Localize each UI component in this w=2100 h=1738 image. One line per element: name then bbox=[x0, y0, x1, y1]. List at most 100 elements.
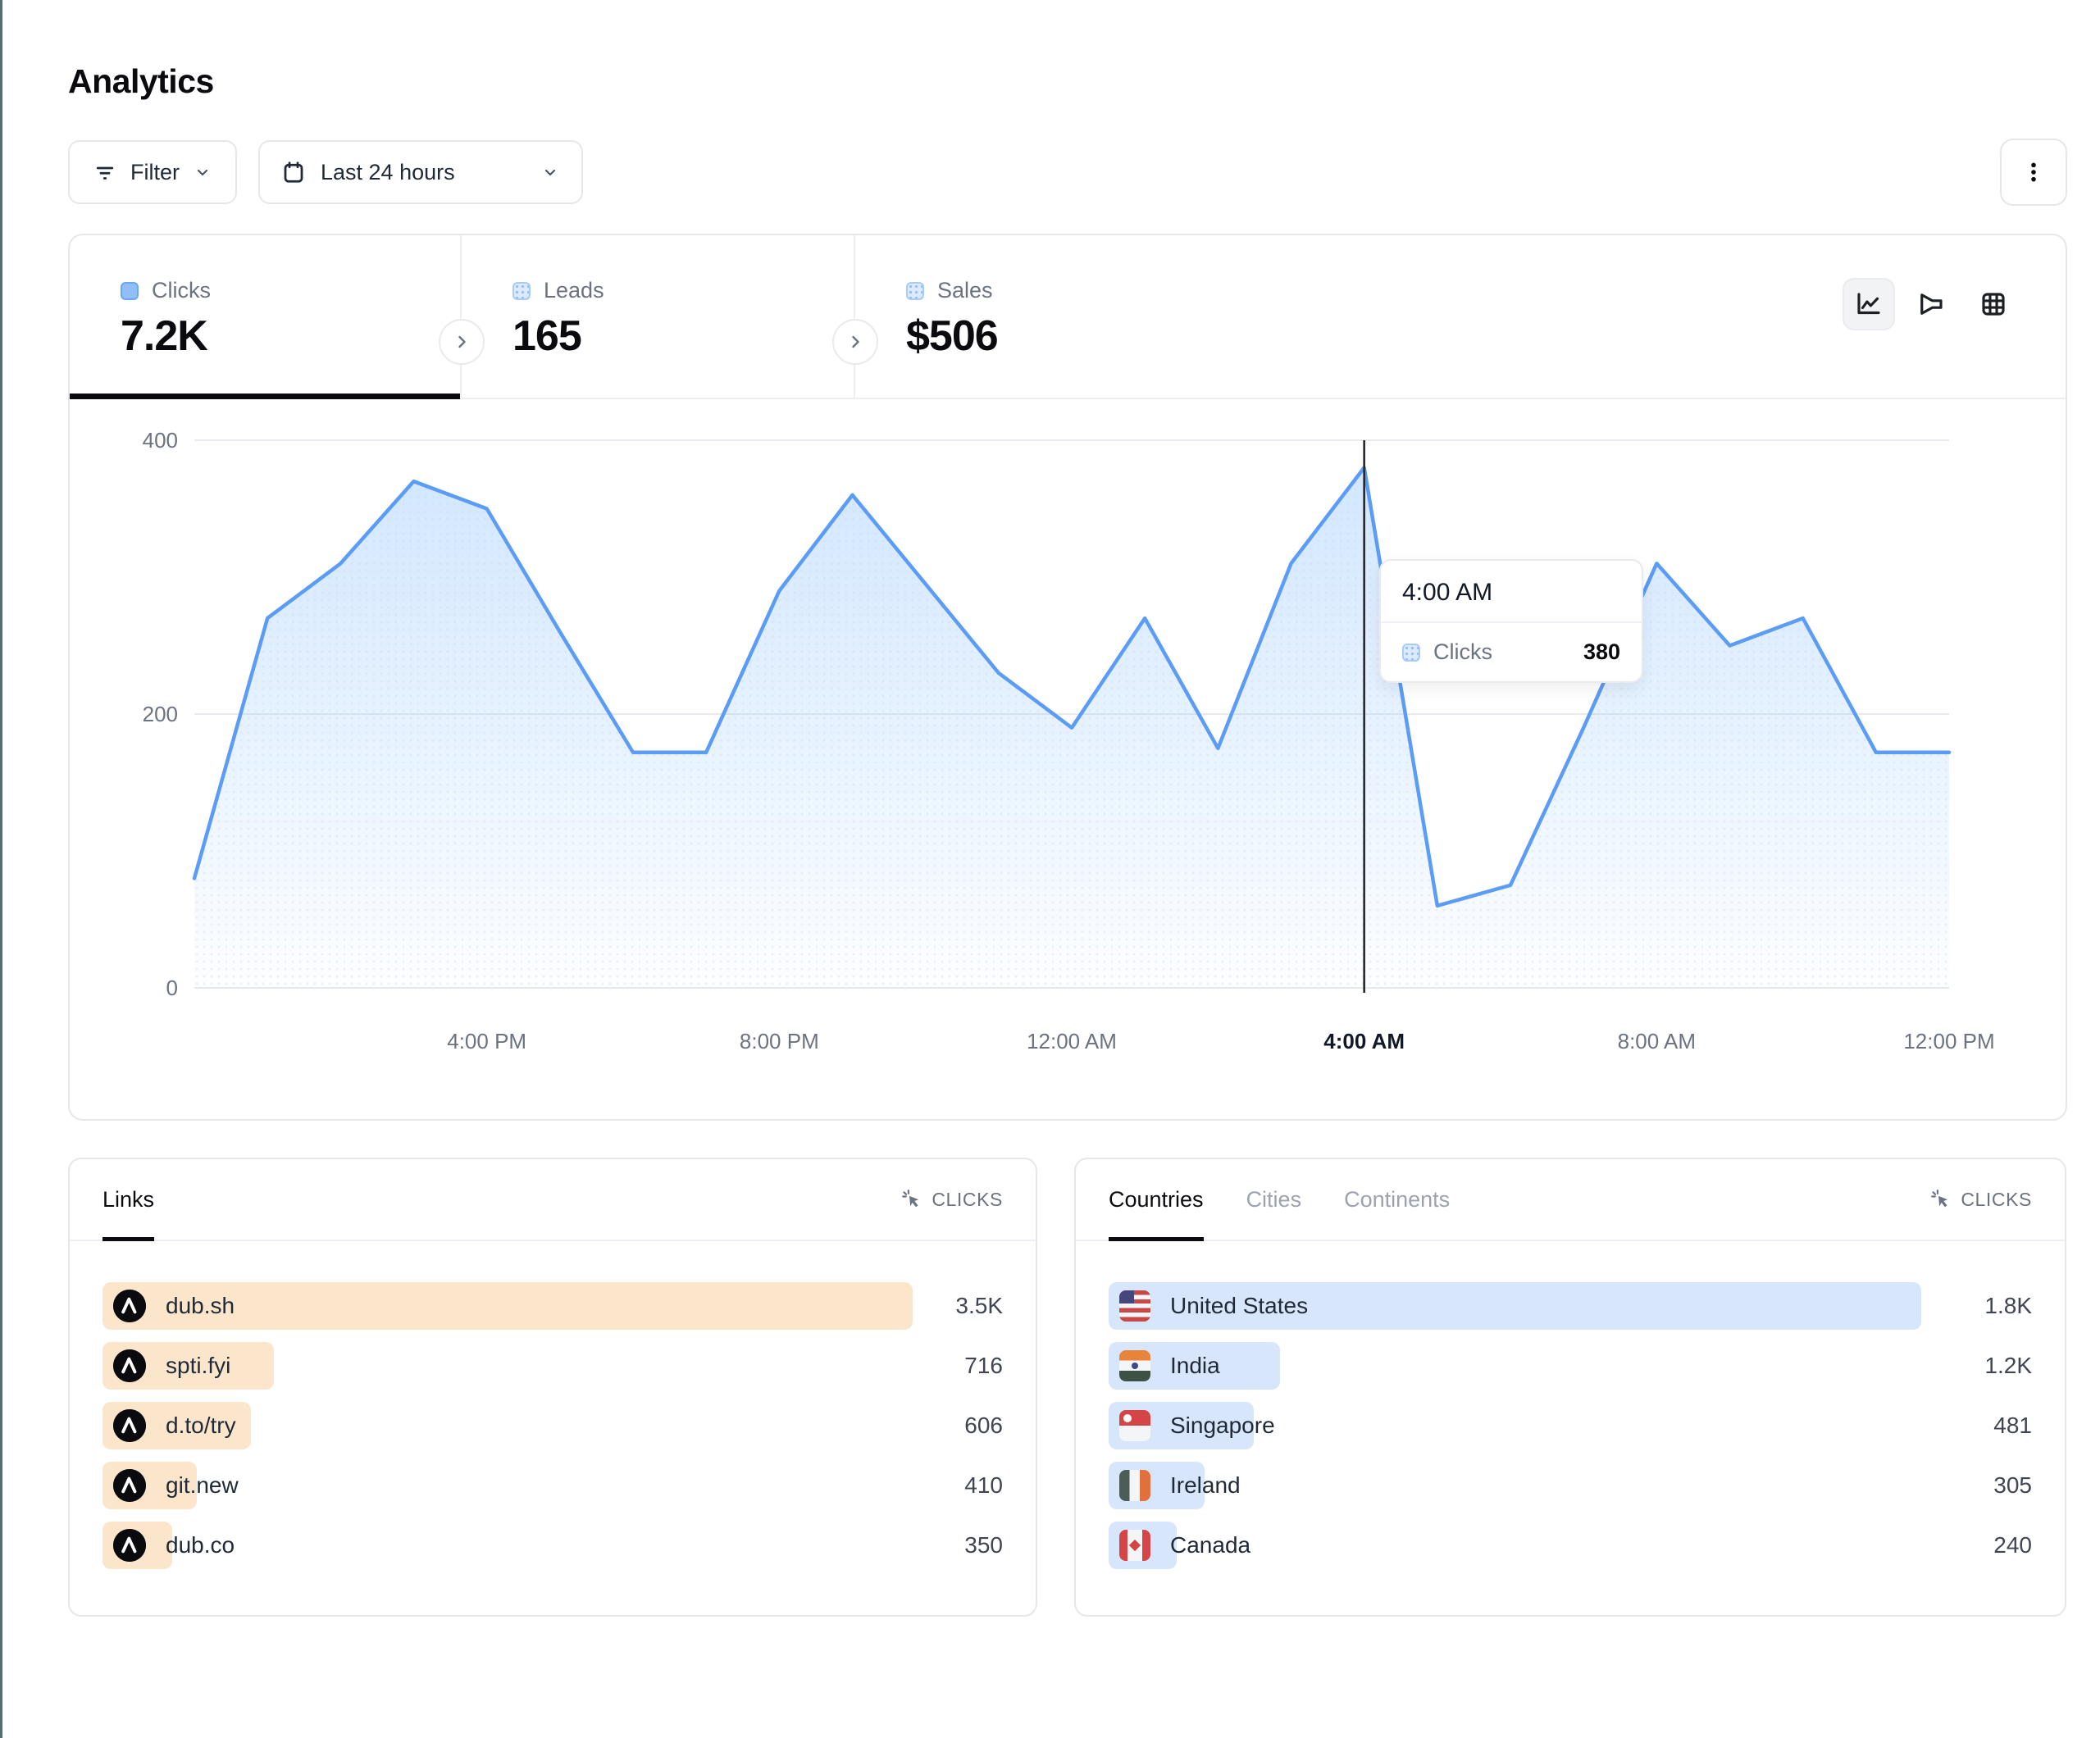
sg-flag-icon bbox=[1119, 1410, 1150, 1441]
svg-text:4:00 PM: 4:00 PM bbox=[447, 1029, 526, 1053]
metric-column-label: CLICKS bbox=[932, 1189, 1003, 1211]
metric-next-button[interactable] bbox=[439, 319, 485, 365]
tab-links[interactable]: Links bbox=[102, 1159, 154, 1240]
date-range-select[interactable]: Last 24 hours bbox=[258, 140, 583, 204]
dub-logo-icon bbox=[113, 1409, 146, 1442]
tooltip-value: 380 bbox=[1583, 639, 1620, 665]
chevron-down-icon bbox=[540, 162, 560, 182]
tooltip-series-chip bbox=[1402, 644, 1420, 662]
tab-cities[interactable]: Cities bbox=[1246, 1159, 1302, 1240]
metric-value: 165 bbox=[512, 312, 854, 361]
filter-button-label: Filter bbox=[130, 160, 180, 185]
filter-icon bbox=[93, 160, 117, 184]
list-item[interactable]: dub.sh 3.5K bbox=[102, 1282, 1003, 1330]
more-options-button[interactable] bbox=[2000, 139, 2067, 206]
cursor-click-icon bbox=[1929, 1188, 1952, 1211]
item-label: India bbox=[1170, 1353, 1220, 1379]
metric-tab-clicks[interactable]: Clicks 7.2K bbox=[70, 235, 462, 398]
chart-view-toggles bbox=[1843, 278, 2020, 330]
tooltip-time: 4:00 AM bbox=[1381, 561, 1642, 621]
analytics-card: Clicks 7.2K Leads 165 Sales $506 bbox=[68, 234, 2067, 1121]
tab-countries[interactable]: Countries bbox=[1109, 1159, 1204, 1240]
filter-button[interactable]: Filter bbox=[68, 140, 237, 204]
metric-column-label: CLICKS bbox=[1961, 1189, 2032, 1211]
item-value: 716 bbox=[964, 1353, 1003, 1379]
clicks-area-chart[interactable]: 0 200 400 4:00 PM 8:00 PM 12:00 AM 4:00 AM 8:00… bbox=[70, 399, 2066, 1119]
links-metric-column: CLICKS bbox=[900, 1188, 1003, 1211]
list-item[interactable]: Canada240 bbox=[1109, 1522, 2032, 1569]
item-value: 410 bbox=[964, 1472, 1003, 1499]
item-label: United States bbox=[1170, 1293, 1308, 1319]
analytics-page: Analytics Filter Last 24 hours bbox=[0, 0, 2100, 1617]
list-item[interactable]: git.new410 bbox=[102, 1462, 1003, 1509]
item-value: 3.5K bbox=[955, 1293, 1003, 1319]
svg-text:12:00 AM: 12:00 AM bbox=[1027, 1029, 1117, 1053]
countries-list: United States 1.8K India1.2K Singapore 481 Ir… bbox=[1076, 1241, 2065, 1569]
clicks-series-chip bbox=[121, 282, 139, 300]
chart-tooltip: 4:00 AM Clicks 380 bbox=[1379, 559, 1643, 683]
date-range-label: Last 24 hours bbox=[321, 160, 455, 185]
metric-label: Clicks bbox=[152, 278, 211, 303]
countries-panel-header: Countries Cities Continents CLICKS bbox=[1076, 1159, 2065, 1241]
item-label: d.to/try bbox=[166, 1413, 236, 1439]
svg-text:8:00 AM: 8:00 AM bbox=[1618, 1029, 1696, 1053]
metric-next-button[interactable] bbox=[832, 319, 878, 365]
metric-tab-sales[interactable]: Sales $506 bbox=[855, 235, 2066, 398]
leads-series-chip bbox=[512, 282, 531, 300]
ie-flag-icon bbox=[1119, 1470, 1150, 1501]
item-label: Singapore bbox=[1170, 1413, 1275, 1439]
line-chart-icon bbox=[1854, 289, 1884, 319]
svg-text:4:00 AM: 4:00 AM bbox=[1323, 1029, 1405, 1053]
tooltip-series-label: Clicks bbox=[1433, 639, 1492, 665]
item-label: spti.fyi bbox=[166, 1353, 230, 1379]
line-chart-toggle[interactable] bbox=[1843, 278, 1895, 330]
svg-text:12:00 PM: 12:00 PM bbox=[1903, 1029, 1994, 1053]
svg-text:8:00 PM: 8:00 PM bbox=[740, 1029, 819, 1053]
countries-panel: Countries Cities Continents CLICKS Unite… bbox=[1074, 1158, 2066, 1617]
list-item[interactable]: United States 1.8K bbox=[1109, 1282, 2032, 1330]
chevron-down-icon bbox=[193, 162, 212, 182]
item-label: Ireland bbox=[1170, 1472, 1241, 1499]
metric-label: Sales bbox=[937, 278, 993, 303]
item-value: 240 bbox=[1993, 1532, 2032, 1558]
funnel-chart-toggle[interactable] bbox=[1905, 278, 1957, 330]
item-value: 481 bbox=[1993, 1413, 2032, 1439]
countries-metric-column: CLICKS bbox=[1929, 1188, 2032, 1211]
sales-series-chip bbox=[906, 282, 924, 300]
calendar-icon bbox=[281, 160, 306, 184]
dub-logo-icon bbox=[113, 1529, 146, 1562]
svg-text:200: 200 bbox=[143, 702, 178, 726]
us-flag-icon bbox=[1119, 1290, 1150, 1322]
list-item[interactable]: Singapore 481 bbox=[1109, 1402, 2032, 1449]
cursor-click-icon bbox=[900, 1188, 923, 1211]
table-view-toggle[interactable] bbox=[1967, 278, 2020, 330]
funnel-chart-icon bbox=[1916, 289, 1946, 319]
links-panel: Links CLICKS dub.sh 3.5K spti.fyi 716 d.to/t… bbox=[68, 1158, 1037, 1617]
tab-continents[interactable]: Continents bbox=[1344, 1159, 1450, 1240]
item-value: 606 bbox=[964, 1413, 1003, 1439]
item-value: 350 bbox=[964, 1532, 1003, 1558]
metrics-tabs: Clicks 7.2K Leads 165 Sales $506 bbox=[70, 235, 2066, 399]
list-item[interactable]: spti.fyi 716 bbox=[102, 1342, 1003, 1390]
dub-logo-icon bbox=[113, 1290, 146, 1322]
in-flag-icon bbox=[1119, 1350, 1150, 1381]
kebab-menu-icon bbox=[2020, 159, 2047, 185]
list-item[interactable]: Ireland 305 bbox=[1109, 1462, 2032, 1509]
toolbar: Filter Last 24 hours bbox=[68, 139, 2067, 206]
list-item[interactable]: dub.co 350 bbox=[102, 1522, 1003, 1569]
links-list: dub.sh 3.5K spti.fyi 716 d.to/try 606 git.new4… bbox=[70, 1241, 1036, 1569]
metric-label: Leads bbox=[544, 278, 604, 303]
svg-text:0: 0 bbox=[166, 976, 178, 1000]
chart-plot[interactable]: 0 200 400 4:00 PM 8:00 PM 12:00 AM 4:00 AM 8:00… bbox=[70, 399, 2066, 1119]
svg-text:400: 400 bbox=[143, 428, 178, 453]
item-label: dub.co bbox=[166, 1532, 235, 1558]
metric-tab-leads[interactable]: Leads 165 bbox=[462, 235, 855, 398]
item-value: 1.8K bbox=[1984, 1293, 2032, 1319]
links-panel-header: Links CLICKS bbox=[70, 1159, 1036, 1241]
item-label: dub.sh bbox=[166, 1293, 235, 1319]
ca-flag-icon bbox=[1119, 1530, 1150, 1561]
list-item[interactable]: India1.2K bbox=[1109, 1342, 2032, 1390]
table-grid-icon bbox=[1979, 289, 2008, 319]
list-item[interactable]: d.to/try 606 bbox=[102, 1402, 1003, 1449]
item-value: 305 bbox=[1993, 1472, 2032, 1499]
